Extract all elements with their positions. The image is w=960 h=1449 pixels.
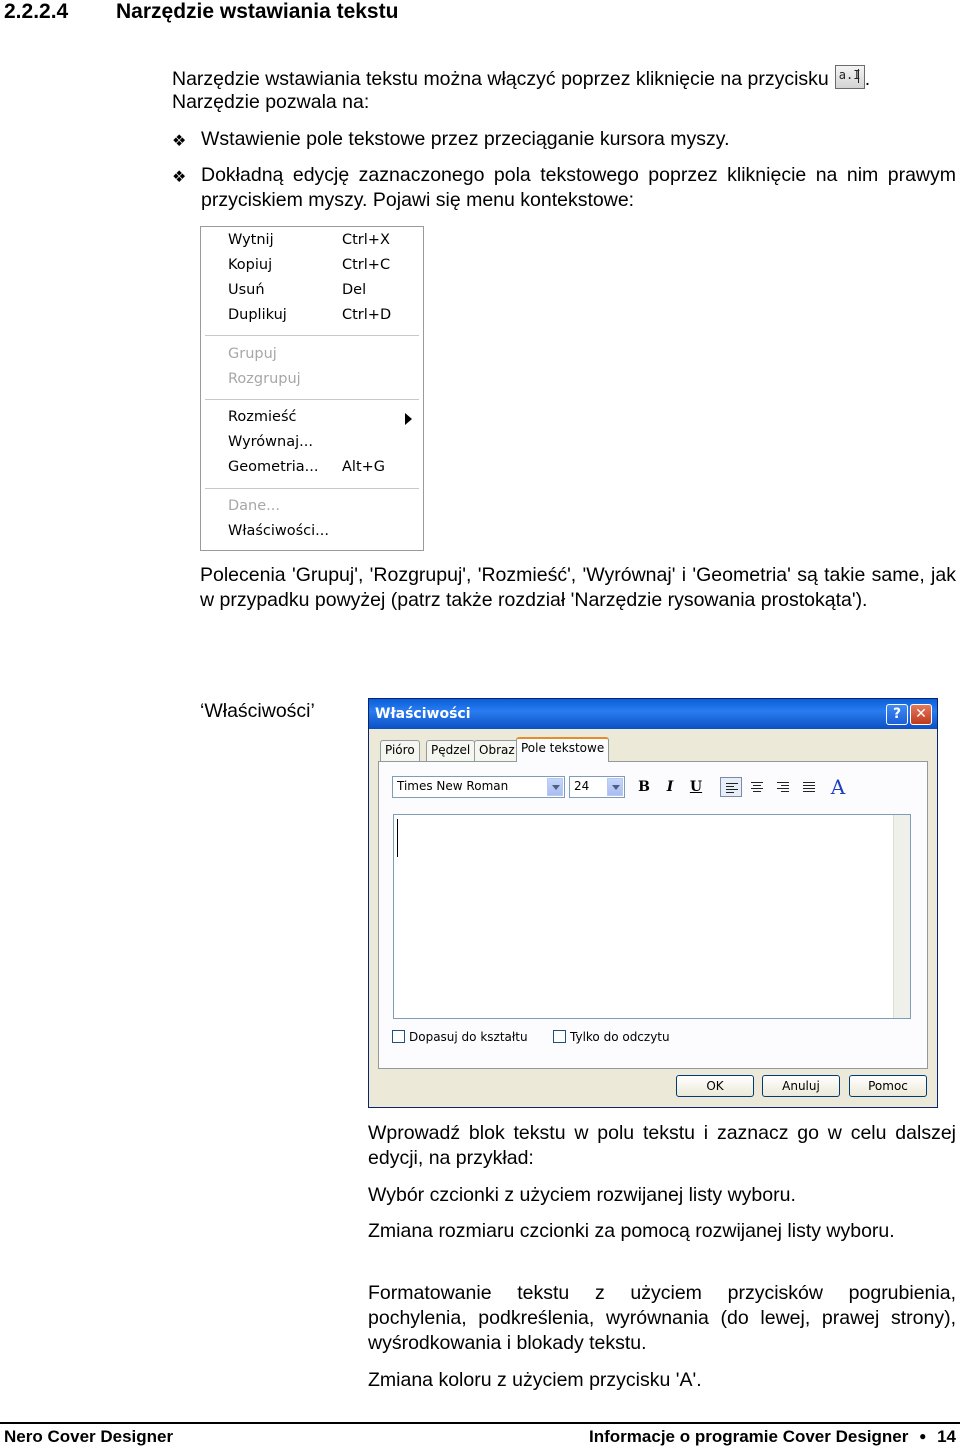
menu-item-label: Grupuj xyxy=(228,346,277,362)
menu-item-label: Usuń xyxy=(228,282,265,298)
menu-item-label: Kopiuj xyxy=(228,257,273,273)
justify-button[interactable] xyxy=(798,777,820,797)
align-left-icon xyxy=(726,783,738,795)
intro-line-2: Narzędzie pozwala na: xyxy=(172,91,370,113)
checkbox-label: Tylko do odczytu xyxy=(570,1030,670,1044)
menu-item-duplicate[interactable]: Duplikuj Ctrl+D xyxy=(228,307,418,329)
close-icon[interactable]: ✕ xyxy=(910,704,932,725)
checkbox-label: Dopasuj do kształtu xyxy=(409,1030,528,1044)
properties-dialog: Właściwości ? ✕ Pióro Pędzel Obraz Pole … xyxy=(368,698,938,1108)
footer-right: Informacje o programie Cover Designer ● … xyxy=(589,1427,956,1447)
font-size-select[interactable]: 24 xyxy=(569,776,625,798)
help-icon[interactable]: ? xyxy=(886,704,908,725)
menu-item-group: Grupuj xyxy=(228,346,418,368)
align-center-icon xyxy=(751,782,763,794)
dialog-title: Właściwości xyxy=(375,706,471,722)
menu-item-label: Rozmieść xyxy=(228,409,297,425)
dialog-titlebar: Właściwości ? ✕ xyxy=(369,699,937,729)
chevron-down-icon[interactable] xyxy=(547,778,563,796)
menu-item-geometry[interactable]: Geometria... Alt+G xyxy=(228,459,418,481)
paragraph-enter-text: Wprowadź blok tekstu w polu tekstu i zaz… xyxy=(368,1122,956,1169)
menu-separator xyxy=(205,488,419,490)
font-select[interactable]: Times New Roman xyxy=(392,776,565,798)
menu-item-cut[interactable]: Wytnij Ctrl+X xyxy=(228,232,418,254)
paragraph-font-choice: Wybór czcionki z użyciem rozwijanej list… xyxy=(368,1184,796,1206)
bullet-icon: ❖ xyxy=(172,169,187,186)
bullet-item-2: Dokładną edycję zaznaczonego pola teksto… xyxy=(201,164,956,211)
paragraph-font-size: Zmiana rozmiaru czcionki za pomocą rozwi… xyxy=(368,1220,895,1242)
intro-period: . xyxy=(864,68,871,90)
text-input-area[interactable] xyxy=(393,814,911,1019)
tab-brush[interactable]: Pędzel xyxy=(426,740,476,761)
menu-item-shortcut: Del xyxy=(342,282,367,298)
menu-item-label: Wytnij xyxy=(228,232,274,248)
paragraph-formatting: Formatowanie tekstu z użyciem przycisków… xyxy=(368,1282,956,1354)
intro-line-1: Narzędzie wstawiania tekstu można włączy… xyxy=(172,65,960,92)
menu-item-label: Dane... xyxy=(228,498,280,514)
footer-bullet-icon: ● xyxy=(919,1429,927,1443)
section-heading: 2.2.2.4 Narzędzie wstawiania tekstu xyxy=(4,0,398,24)
bold-button[interactable]: B xyxy=(633,777,655,797)
justify-icon xyxy=(803,782,815,794)
text-field-panel: Times New Roman 24 B I U A Dopasuj do ks… xyxy=(378,761,928,1069)
menu-item-shortcut: Ctrl+D xyxy=(342,307,392,323)
commands-paragraph: Polecenia 'Grupuj', 'Rozgrupuj', 'Rozmie… xyxy=(200,564,956,611)
section-number: 2.2.2.4 xyxy=(4,0,69,23)
intro-text: Narzędzie wstawiania tekstu można włączy… xyxy=(172,68,829,90)
text-color-button[interactable]: A xyxy=(827,777,849,797)
footer-divider xyxy=(0,1422,960,1424)
cancel-button[interactable]: Anuluj xyxy=(762,1075,840,1097)
menu-item-label: Rozgrupuj xyxy=(228,371,301,387)
menu-item-shortcut: Alt+G xyxy=(342,459,386,475)
menu-item-properties[interactable]: Właściwości... xyxy=(228,523,418,545)
tab-image[interactable]: Obraz xyxy=(474,740,520,761)
menu-separator xyxy=(205,399,419,401)
footer-chapter: Informacje o programie Cover Designer xyxy=(589,1427,909,1446)
submenu-arrow-icon xyxy=(405,413,412,425)
align-center-button[interactable] xyxy=(746,777,768,797)
font-select-value: Times New Roman xyxy=(397,779,509,793)
ok-button[interactable]: OK xyxy=(676,1075,754,1097)
page-number: 14 xyxy=(937,1427,956,1446)
context-menu: Wytnij Ctrl+X Kopiuj Ctrl+C Usuń Del Duplik… xyxy=(200,226,424,551)
menu-separator xyxy=(205,335,419,337)
menu-item-copy[interactable]: Kopiuj Ctrl+C xyxy=(228,257,418,279)
font-size-value: 24 xyxy=(574,779,590,793)
chevron-down-icon[interactable] xyxy=(607,778,623,796)
text-tool-icon: a.I xyxy=(834,65,865,89)
menu-item-shortcut: Ctrl+C xyxy=(342,257,391,273)
bullet-item-1: Wstawienie pole tekstowe przez przeciąga… xyxy=(201,128,730,150)
menu-item-align[interactable]: Wyrównaj... xyxy=(228,434,418,456)
checkbox-box[interactable] xyxy=(392,1030,405,1043)
fit-to-shape-checkbox[interactable]: Dopasuj do kształtu xyxy=(392,1030,528,1044)
menu-item-label: Geometria... xyxy=(228,459,319,475)
text-caret xyxy=(397,819,398,857)
menu-item-delete[interactable]: Usuń Del xyxy=(228,282,418,304)
align-right-icon xyxy=(777,782,789,794)
menu-item-label: Właściwości... xyxy=(228,523,330,539)
read-only-checkbox[interactable]: Tylko do odczytu xyxy=(553,1030,670,1044)
menu-item-shortcut: Ctrl+X xyxy=(342,232,390,248)
align-right-button[interactable] xyxy=(772,777,794,797)
paragraph-color: Zmiana koloru z użyciem przycisku 'A'. xyxy=(368,1369,702,1391)
checkbox-box[interactable] xyxy=(553,1030,566,1043)
align-left-button[interactable] xyxy=(720,777,742,797)
menu-item-arrange[interactable]: Rozmieść xyxy=(228,409,418,431)
section-title: Narzędzie wstawiania tekstu xyxy=(116,0,399,23)
bullet-icon: ❖ xyxy=(172,133,187,150)
tab-pen[interactable]: Pióro xyxy=(380,740,420,761)
menu-item-ungroup: Rozgrupuj xyxy=(228,371,418,393)
menu-item-label: Wyrównaj... xyxy=(228,434,313,450)
tab-text-field[interactable]: Pole tekstowe xyxy=(516,737,610,762)
underline-button[interactable]: U xyxy=(685,777,707,797)
menu-item-label: Duplikuj xyxy=(228,307,287,323)
menu-item-data: Dane... xyxy=(228,498,418,520)
help-button[interactable]: Pomoc xyxy=(849,1075,927,1097)
vertical-scrollbar[interactable] xyxy=(893,815,910,1018)
italic-button[interactable]: I xyxy=(659,777,681,797)
properties-label: ‘Właściwości’ xyxy=(200,700,315,722)
footer-left: Nero Cover Designer xyxy=(4,1427,174,1446)
